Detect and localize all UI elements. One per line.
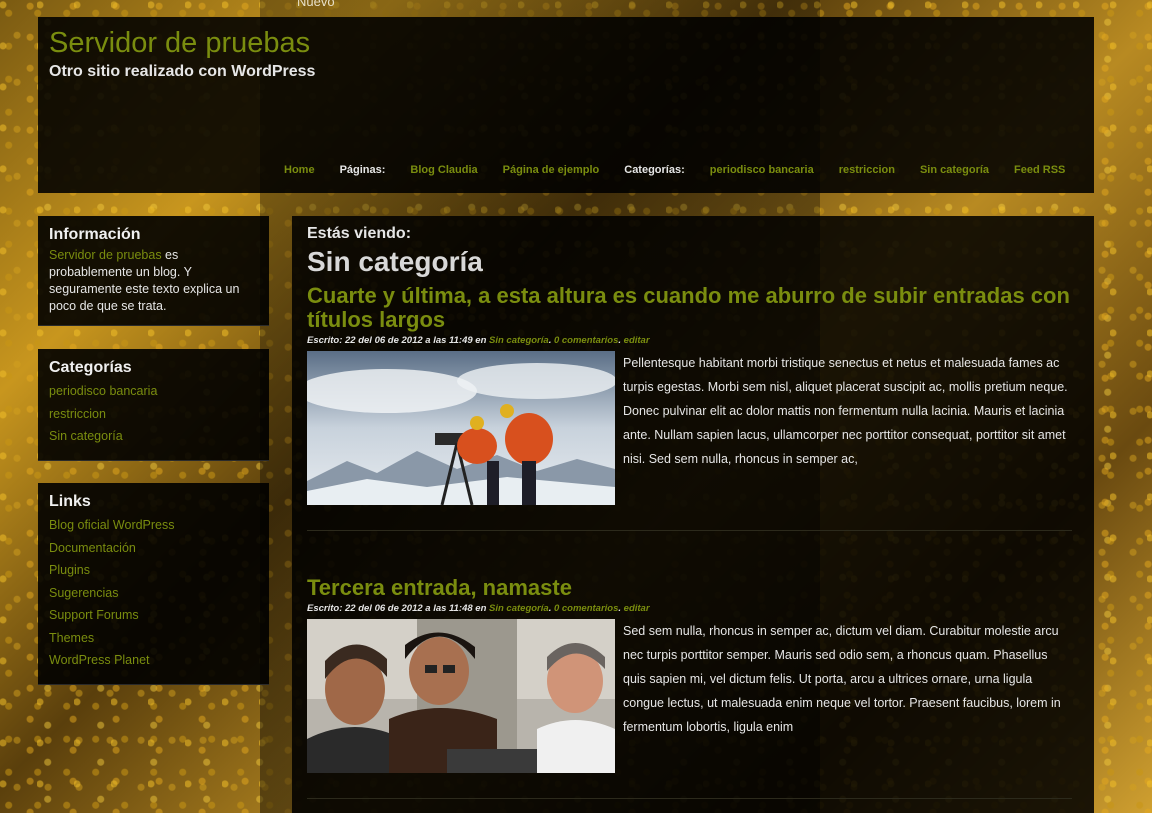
post-title[interactable]: Cuarte y última, a esta altura es cuando… <box>307 284 1072 332</box>
nav-categories-header: Categorías: <box>624 164 685 176</box>
nav-sample-page[interactable]: Página de ejemplo <box>503 164 600 176</box>
main-nav: Home Páginas: Blog Claudia Página de eje… <box>284 164 1090 176</box>
widget-info-link[interactable]: Servidor de pruebas <box>49 248 162 262</box>
nav-feed-rss[interactable]: Feed RSS <box>1014 164 1065 176</box>
site-header: Servidor de pruebas Otro sitio realizado… <box>38 17 1094 193</box>
category-item[interactable]: periodisco bancaria <box>49 380 258 403</box>
post-thumbnail-people-photo[interactable] <box>307 619 615 773</box>
nav-pages-header: Páginas: <box>339 164 386 176</box>
post-category-link[interactable]: Sin categoría <box>489 603 549 614</box>
post-title[interactable]: Tercera entrada, namaste <box>307 576 1072 600</box>
link-item[interactable]: Sugerencias <box>49 582 258 605</box>
category-item[interactable]: Sin categoría <box>49 425 258 448</box>
category-item[interactable]: restriccion <box>49 403 258 426</box>
nav-home[interactable]: Home <box>284 164 315 176</box>
widget-categories-title: Categorías <box>49 359 132 376</box>
widget-links-title: Links <box>49 493 91 510</box>
site-title[interactable]: Servidor de pruebas <box>49 27 310 60</box>
post-category-link[interactable]: Sin categoría <box>489 335 549 346</box>
link-item[interactable]: Documentación <box>49 537 258 560</box>
post-comments-link[interactable]: 0 comentarios <box>554 603 618 614</box>
widget-categories: Categorías periodisco bancaria restricci… <box>38 349 269 461</box>
photo-people-icon <box>307 619 615 773</box>
top-nuevo-link[interactable]: Nuevo <box>297 0 335 9</box>
widget-info-title: Información <box>49 226 141 243</box>
widget-links: Links Blog oficial WordPress Documentaci… <box>38 483 269 685</box>
widget-info-text: Servidor de pruebas es probablemente un … <box>49 247 258 315</box>
post-edit-link[interactable]: editar <box>624 603 650 614</box>
post-item: Tercera entrada, namaste Escrito: 22 del… <box>307 576 1072 773</box>
post-divider <box>307 530 1072 531</box>
post-meta: Escrito: 22 del 06 de 2012 a las 11:48 e… <box>307 603 1072 614</box>
post-comments-link[interactable]: 0 comentarios <box>554 335 618 346</box>
widget-info: Información Servidor de pruebas es proba… <box>38 216 269 326</box>
post-divider <box>307 798 1072 799</box>
link-item[interactable]: WordPress Planet <box>49 649 258 672</box>
post-meta: Escrito: 22 del 06 de 2012 a las 11:49 e… <box>307 335 1072 346</box>
link-item[interactable]: Plugins <box>49 559 258 582</box>
post-item: Cuarte y última, a esta altura es cuando… <box>307 284 1072 505</box>
nav-blog-claudia[interactable]: Blog Claudia <box>410 164 477 176</box>
post-thumbnail-mountain-photo[interactable] <box>307 351 615 505</box>
post-excerpt: Sed sem nulla, rhoncus in semper ac, dic… <box>623 624 1061 734</box>
post-meta-date: Escrito: 22 del 06 de 2012 a las 11:48 e… <box>307 603 490 614</box>
post-excerpt: Pellentesque habitant morbi tristique se… <box>623 356 1068 466</box>
link-item[interactable]: Support Forums <box>49 604 258 627</box>
links-list: Blog oficial WordPress Documentación Plu… <box>49 514 258 672</box>
main-content: Estás viendo: Sin categoría Cuarte y últ… <box>292 216 1094 813</box>
post-body: Sed sem nulla, rhoncus in semper ac, dic… <box>307 619 1072 773</box>
post-meta-date: Escrito: 22 del 06 de 2012 a las 11:49 e… <box>307 335 490 346</box>
nav-cat-restriccion[interactable]: restriccion <box>839 164 895 176</box>
photo-mountain-icon <box>307 351 615 505</box>
viewing-category: Sin categoría <box>307 246 483 277</box>
viewing-label: Estás viendo: <box>307 225 412 242</box>
post-edit-link[interactable]: editar <box>624 335 650 346</box>
category-list: periodisco bancaria restriccion Sin cate… <box>49 380 258 448</box>
nav-cat-sin-categoria[interactable]: Sin categoría <box>920 164 989 176</box>
site-description: Otro sitio realizado con WordPress <box>49 63 316 80</box>
nav-cat-periodisco[interactable]: periodisco bancaria <box>710 164 814 176</box>
link-item[interactable]: Themes <box>49 627 258 650</box>
link-item[interactable]: Blog oficial WordPress <box>49 514 258 537</box>
post-body: Pellentesque habitant morbi tristique se… <box>307 351 1072 505</box>
